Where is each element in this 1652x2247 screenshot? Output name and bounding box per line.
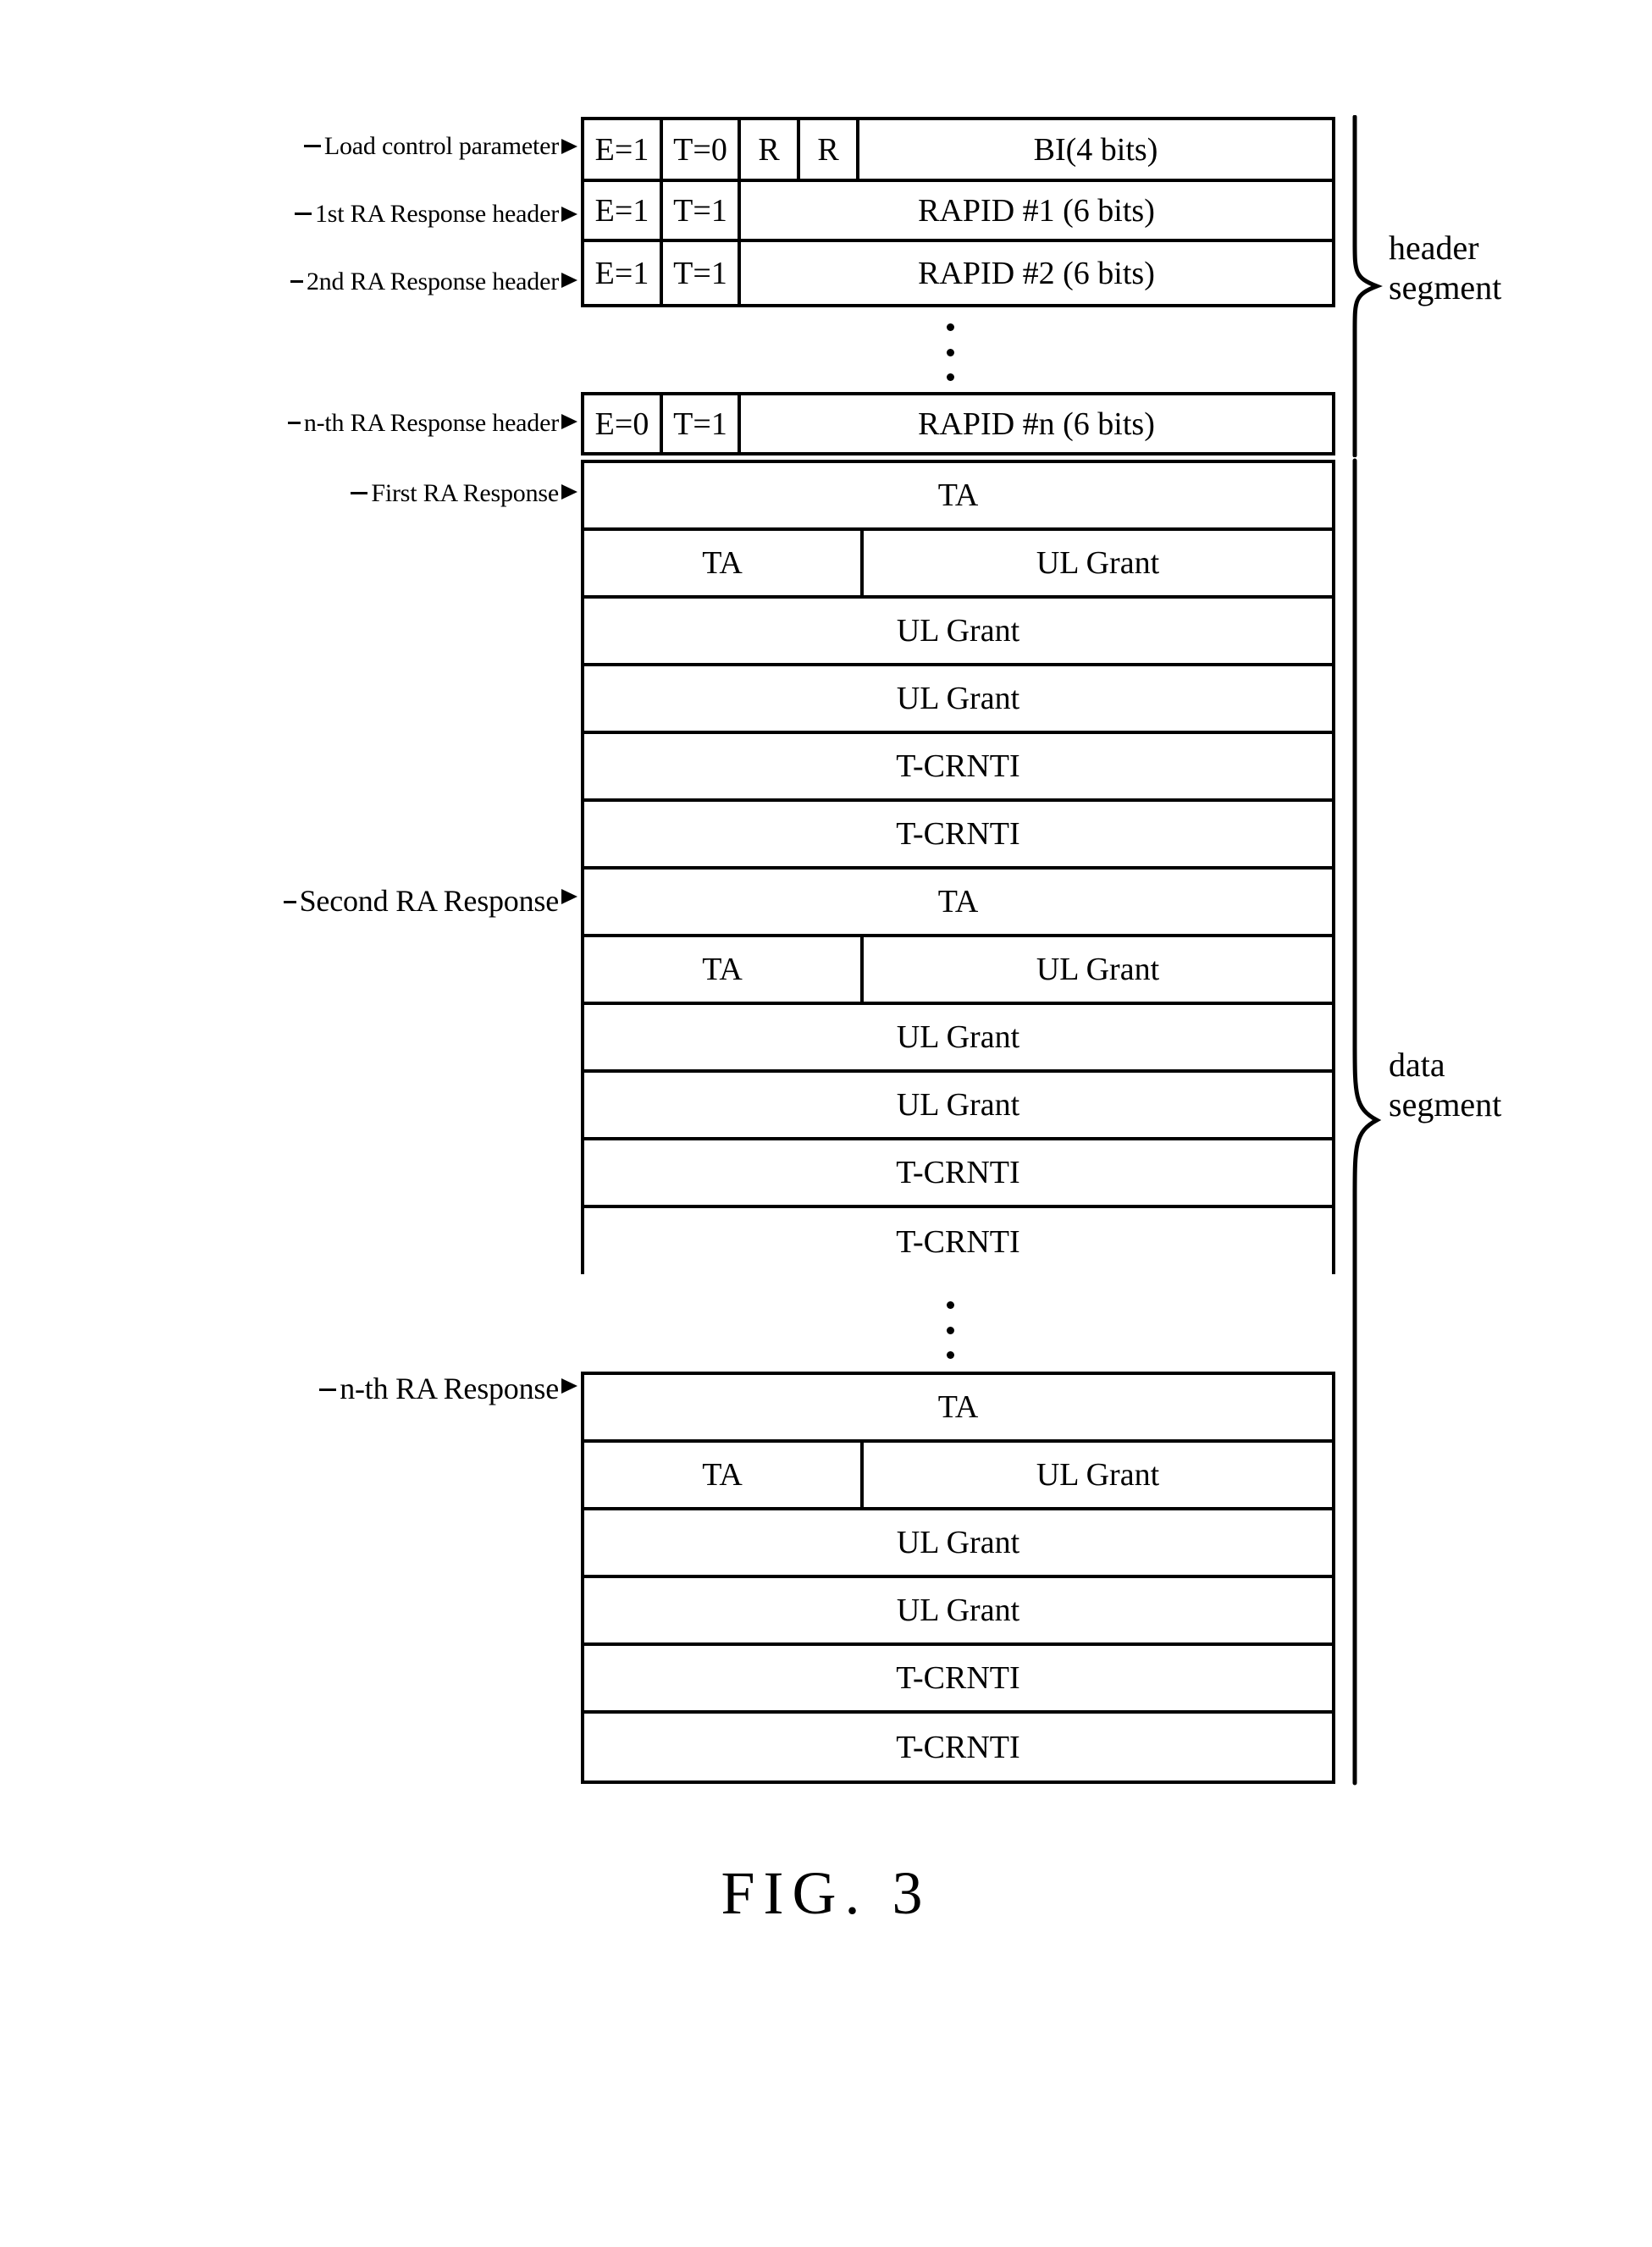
label-dash <box>294 213 312 216</box>
cell-ul-grant: UL Grant <box>1036 1457 1160 1493</box>
table-row: T-CRNTI <box>584 802 1332 870</box>
label-nth-ra-response-header: n-th RA Response header <box>131 411 559 436</box>
table-row: UL Grant <box>584 1073 1332 1140</box>
arrow-second-ra-response-header <box>561 273 577 288</box>
header-segment-label-line1: header <box>1389 229 1479 267</box>
cell-rapid-n: RAPID #n (6 bits) <box>918 406 1155 442</box>
label-nth-ra-response: n-th RA Response <box>161 1373 559 1404</box>
arrow-load-control-parameter <box>561 139 577 154</box>
cell-t-flag: T=1 <box>663 182 741 239</box>
cell-backoff-indicator: BI(4 bits) <box>1033 131 1158 168</box>
cell-ul-grant: UL Grant <box>1036 952 1160 987</box>
arrow-nth-ra-response <box>561 1378 577 1394</box>
table-row: TA <box>584 870 1332 937</box>
cell-t-crnti: T-CRNTI <box>896 816 1020 852</box>
header-segment-label: header segment <box>1389 229 1592 308</box>
cell-rapid-2: RAPID #2 (6 bits) <box>918 255 1155 291</box>
cell-ul-grant: UL Grant <box>896 1525 1020 1560</box>
table-row: TA UL Grant <box>584 937 1332 1005</box>
cell-ta: TA <box>937 478 979 513</box>
table-row: TA UL Grant <box>584 1443 1332 1510</box>
label-dash <box>351 492 368 495</box>
label-first-ra-response: First RA Response <box>229 481 559 506</box>
table-row: UL Grant <box>584 1578 1332 1646</box>
header-segment-label-line2: segment <box>1389 268 1502 306</box>
cell-e-flag: E=1 <box>584 242 663 304</box>
cell-t-flag: T=1 <box>663 395 741 452</box>
table-row: E=1 T=0 R R BI(4 bits) <box>584 120 1332 182</box>
cell-ta: TA <box>584 531 864 595</box>
label-dash <box>319 1388 337 1391</box>
cell-ta: TA <box>584 1443 864 1507</box>
table-row: TA UL Grant <box>584 531 1332 599</box>
table-row: E=1 T=1 RAPID #1 (6 bits) <box>584 182 1332 242</box>
table-row: E=1 T=1 RAPID #2 (6 bits) <box>584 242 1332 304</box>
header-ellipsis <box>947 323 954 381</box>
header-segment-block: E=1 T=0 R R BI(4 bits) E=1 T=1 RAPID #1 … <box>581 117 1335 307</box>
table-row: T-CRNTI <box>584 734 1332 802</box>
table-row: UL Grant <box>584 666 1332 734</box>
cell-reserved-2: R <box>800 120 859 179</box>
table-row: UL Grant <box>584 599 1332 666</box>
label-dash <box>287 422 301 425</box>
cell-e-flag: E=1 <box>584 120 663 179</box>
cell-ul-grant: UL Grant <box>1036 545 1160 581</box>
nth-header-row-block: E=0 T=1 RAPID #n (6 bits) <box>581 392 1335 455</box>
patent-figure-3: E=1 T=0 R R BI(4 bits) E=1 T=1 RAPID #1 … <box>0 0 1652 2247</box>
data-segment-block-upper: TA TA UL Grant UL Grant UL Grant T-CRNTI… <box>581 460 1335 1276</box>
cell-ul-grant: UL Grant <box>896 1087 1020 1123</box>
cell-ul-grant: UL Grant <box>896 681 1020 716</box>
cell-e-flag: E=0 <box>584 395 663 452</box>
arrow-second-ra-response <box>561 889 577 904</box>
arrow-first-ra-response-header <box>561 207 577 222</box>
cell-ul-grant: UL Grant <box>896 1593 1020 1628</box>
cell-t-flag: T=1 <box>663 242 741 304</box>
arrow-first-ra-response <box>561 484 577 500</box>
cell-ul-grant: UL Grant <box>896 1019 1020 1055</box>
cell-e-flag: E=1 <box>584 182 663 239</box>
label-second-ra-response-header: 2nd RA Response header <box>135 269 559 295</box>
cell-t-crnti: T-CRNTI <box>896 1224 1020 1260</box>
cell-reserved-1: R <box>741 120 800 179</box>
cell-t-crnti: T-CRNTI <box>896 1729 1020 1765</box>
label-load-control-parameter: Load control parameter <box>152 134 559 159</box>
cell-t-crnti: T-CRNTI <box>896 748 1020 784</box>
data-segment-brace <box>1352 458 1382 1786</box>
cell-t-flag: T=0 <box>663 120 741 179</box>
table-row: UL Grant <box>584 1005 1332 1073</box>
header-segment-brace <box>1352 115 1383 457</box>
table-row: T-CRNTI <box>584 1646 1332 1714</box>
label-second-ra-response: Second RA Response <box>127 886 559 916</box>
data-segment-label-line2: segment <box>1389 1085 1502 1124</box>
cell-ul-grant: UL Grant <box>896 613 1020 649</box>
table-row: E=0 T=1 RAPID #n (6 bits) <box>584 395 1332 452</box>
table-row: TA <box>584 1375 1332 1443</box>
data-ellipsis <box>947 1301 954 1359</box>
data-segment-block-nth: TA TA UL Grant UL Grant UL Grant T-CRNTI… <box>581 1372 1335 1784</box>
cell-t-crnti: T-CRNTI <box>896 1660 1020 1696</box>
data-segment-label-line1: data <box>1389 1046 1445 1084</box>
label-dash <box>303 145 321 148</box>
cell-ta: TA <box>937 884 979 919</box>
cell-ta: TA <box>937 1389 979 1425</box>
cell-ta: TA <box>584 937 864 1002</box>
label-dash <box>283 900 296 903</box>
cell-rapid-1: RAPID #1 (6 bits) <box>918 192 1155 229</box>
table-row: UL Grant <box>584 1510 1332 1578</box>
cell-t-crnti: T-CRNTI <box>896 1155 1020 1190</box>
arrow-nth-ra-response-header <box>561 414 577 429</box>
data-segment-label: data segment <box>1389 1046 1609 1125</box>
table-row: T-CRNTI <box>584 1714 1332 1780</box>
label-first-ra-response-header: 1st RA Response header <box>152 202 559 227</box>
table-row: T-CRNTI <box>584 1140 1332 1208</box>
table-row: TA <box>584 463 1332 531</box>
figure-caption: FIG. 3 <box>721 1859 931 1927</box>
label-dash <box>290 280 303 284</box>
table-row: T-CRNTI <box>584 1208 1332 1276</box>
